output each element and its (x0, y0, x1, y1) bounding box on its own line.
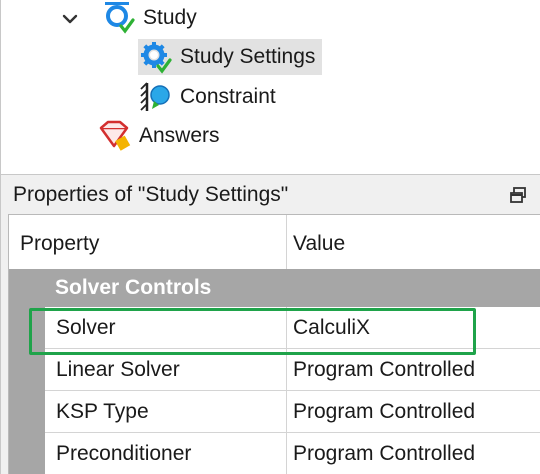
tree-item-label: Constraint (180, 85, 276, 108)
property-name: Solver (56, 316, 116, 339)
tree-item-constraint[interactable]: Constraint (138, 79, 276, 115)
study-icon (105, 2, 135, 34)
properties-panel: Properties of "Study Settings" Property … (0, 174, 540, 474)
tree-item-label: Study (143, 6, 197, 29)
model-tree: Study Study Settings Constraint Answers (0, 0, 540, 174)
row-gutter (9, 307, 45, 349)
column-header-property[interactable]: Property (20, 232, 99, 256)
property-row-solver[interactable]: Solver CalculiX (9, 307, 540, 349)
tree-item-answers[interactable]: Answers (97, 118, 220, 154)
study-settings-icon (141, 42, 172, 74)
row-divider (286, 349, 287, 391)
property-name: Linear Solver (56, 358, 180, 381)
answers-icon (99, 120, 131, 151)
row-gutter (9, 391, 45, 433)
property-value[interactable]: Program Controlled (293, 400, 475, 424)
properties-header: Properties of "Study Settings" (1, 174, 540, 214)
property-name: KSP Type (56, 400, 149, 423)
row-gutter (9, 433, 45, 474)
row-divider (286, 433, 287, 474)
property-value[interactable]: Program Controlled (293, 442, 475, 466)
property-value[interactable]: CalculiX (293, 316, 370, 340)
grid-header: Property Value (9, 215, 540, 269)
constraint-icon (140, 82, 170, 111)
row-divider (286, 391, 287, 433)
chevron-down-icon[interactable] (59, 8, 81, 30)
category-row[interactable]: Solver Controls (9, 269, 540, 307)
properties-title: Properties of "Study Settings" (13, 183, 289, 206)
column-header-value[interactable]: Value (293, 232, 345, 256)
property-row-ksp-type[interactable]: KSP Type Program Controlled (9, 391, 540, 433)
tree-item-study[interactable]: Study (101, 0, 197, 36)
property-grid: Property Value Solver Controls Solver Ca… (8, 214, 540, 474)
property-value[interactable]: Program Controlled (293, 358, 475, 382)
restore-window-icon[interactable] (508, 185, 528, 205)
tree-item-label: Answers (139, 124, 220, 147)
property-row-linear-solver[interactable]: Linear Solver Program Controlled (9, 349, 540, 391)
property-row-preconditioner[interactable]: Preconditioner Program Controlled (9, 433, 540, 474)
category-label: Solver Controls (55, 276, 212, 299)
tree-item-study-settings[interactable]: Study Settings (138, 39, 323, 75)
row-gutter (9, 349, 45, 391)
row-divider (286, 307, 287, 349)
tree-item-label: Study Settings (180, 45, 316, 68)
property-name: Preconditioner (56, 442, 192, 465)
column-divider[interactable] (286, 215, 287, 269)
